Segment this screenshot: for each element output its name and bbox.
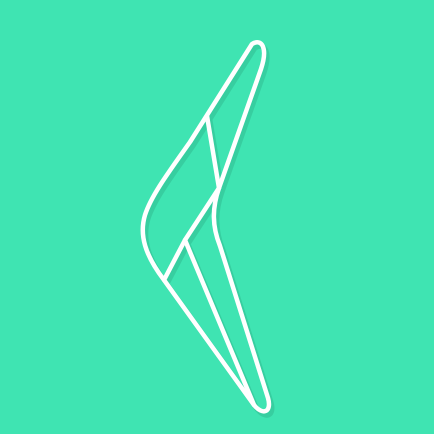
boomerang-icon (0, 0, 434, 434)
app-icon (0, 0, 434, 434)
